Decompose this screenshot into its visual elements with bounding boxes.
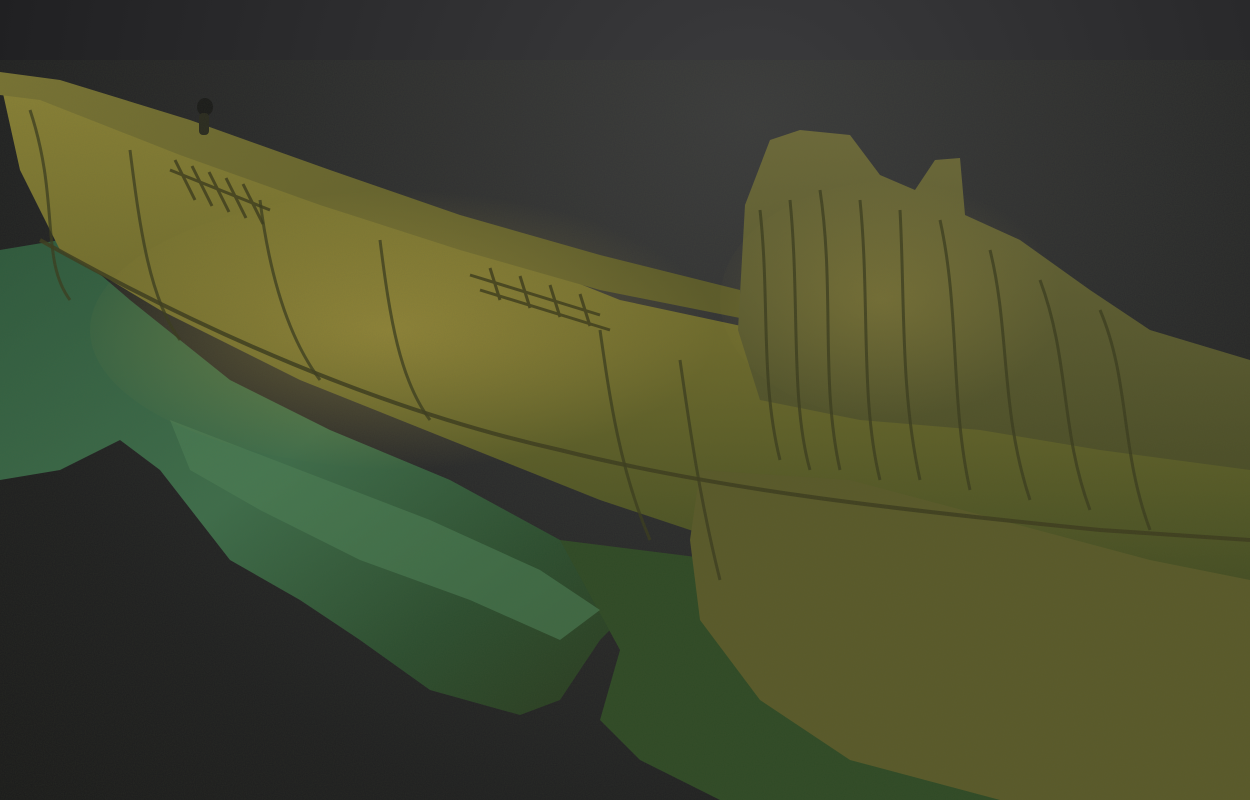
shipwreck-model-render[interactable]: [0, 0, 1250, 800]
model-viewport[interactable]: [0, 0, 1250, 800]
